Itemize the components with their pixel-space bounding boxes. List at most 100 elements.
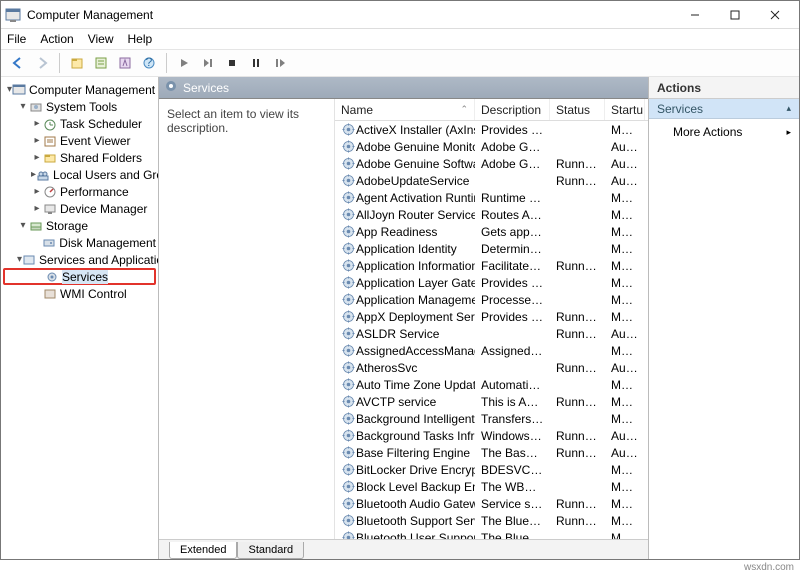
service-icon (341, 276, 355, 290)
export-button[interactable] (114, 52, 136, 74)
tab-extended[interactable]: Extended (169, 542, 237, 559)
close-button[interactable] (755, 2, 795, 28)
service-row[interactable]: BitLocker Drive Encryption S... BDESVC h… (335, 461, 648, 478)
properties-button[interactable] (90, 52, 112, 74)
service-row[interactable]: Block Level Backup Engine S... The WBENG… (335, 478, 648, 495)
service-description: Adobe Genu... (475, 157, 550, 171)
tree-system-tools[interactable]: ▾System Tools (3, 98, 156, 115)
service-icon (341, 378, 355, 392)
stop-button[interactable] (221, 52, 243, 74)
service-status: Running (550, 361, 605, 375)
service-icon (341, 361, 355, 375)
service-row[interactable]: Agent Activation Runtime_e... Runtime fo… (335, 189, 648, 206)
toolbar: ? (1, 49, 799, 77)
tree-item[interactable]: ▸Event Viewer (3, 132, 156, 149)
actions-more[interactable]: More Actions▸ (649, 119, 799, 145)
service-name: Application Management (356, 293, 475, 307)
service-row[interactable]: AtherosSvc Running Autor (335, 359, 648, 376)
service-row[interactable]: AdobeUpdateService Running Autor (335, 172, 648, 189)
menu-action[interactable]: Action (40, 32, 73, 46)
tree-item-services[interactable]: Services (3, 268, 156, 285)
help-button[interactable]: ? (138, 52, 160, 74)
service-startup: Manu (605, 395, 645, 409)
service-row[interactable]: Bluetooth Support Service The Bluetoo...… (335, 512, 648, 529)
service-row[interactable]: Background Tasks Infrastruc... Windows i… (335, 427, 648, 444)
menu-file[interactable]: File (7, 32, 26, 46)
service-icon (341, 259, 355, 273)
tree-item[interactable]: ▸Shared Folders (3, 149, 156, 166)
service-row[interactable]: Auto Time Zone Updater Automaticall... M… (335, 376, 648, 393)
tree-pane[interactable]: ▾Computer Management (Local) ▾System Too… (1, 77, 159, 559)
service-icon (341, 157, 355, 171)
service-row[interactable]: App Readiness Gets apps re... Manu (335, 223, 648, 240)
maximize-button[interactable] (715, 2, 755, 28)
tree-storage[interactable]: ▾Storage (3, 217, 156, 234)
service-row[interactable]: Background Intelligent Tran... Transfers… (335, 410, 648, 427)
service-row[interactable]: Adobe Genuine Software Int... Adobe Genu… (335, 155, 648, 172)
service-description: Adobe Genu... (475, 140, 550, 154)
service-name: AdobeUpdateService (356, 174, 469, 188)
service-row[interactable]: Base Filtering Engine The Base Filt... R… (335, 444, 648, 461)
column-header[interactable]: Startu (605, 99, 645, 120)
tree-item[interactable]: ▸Performance (3, 183, 156, 200)
service-startup: Manu (605, 463, 645, 477)
service-name: ASLDR Service (356, 327, 439, 341)
service-description: Provides Use... (475, 123, 550, 137)
menubar: File Action View Help (1, 29, 799, 49)
service-row[interactable]: Application Identity Determines ... Manu (335, 240, 648, 257)
play-button[interactable] (173, 52, 195, 74)
actions-context[interactable]: Services▴ (649, 99, 799, 119)
menu-help[interactable]: Help (128, 32, 153, 46)
service-name: Adobe Genuine Monitor Se... (356, 140, 475, 154)
service-name: ActiveX Installer (AxInstSV) (356, 123, 475, 137)
center-pane: Services Select an item to view its desc… (159, 77, 649, 559)
up-button[interactable] (66, 52, 88, 74)
service-row[interactable]: AVCTP service This is Audio... Running M… (335, 393, 648, 410)
tree-item[interactable]: ▸Local Users and Groups (3, 166, 156, 183)
tree-services-apps[interactable]: ▾Services and Applications (3, 251, 156, 268)
service-startup: Manu (605, 344, 645, 358)
service-description: Automaticall... (475, 378, 550, 392)
service-description: AssignedAcc... (475, 344, 550, 358)
toolbar-separator (166, 53, 167, 73)
column-header[interactable]: Name⌃ (335, 99, 475, 120)
restart-button[interactable] (269, 52, 291, 74)
pause-button[interactable] (245, 52, 267, 74)
service-row[interactable]: ASLDR Service Running Autor (335, 325, 648, 342)
window-controls (675, 2, 795, 28)
service-name: Auto Time Zone Updater (356, 378, 475, 392)
service-row[interactable]: AllJoyn Router Service Routes AllJo... M… (335, 206, 648, 223)
tree-root[interactable]: ▾Computer Management (Local) (3, 81, 156, 98)
service-row[interactable]: Bluetooth User Support Serv... The Bluet… (335, 529, 648, 539)
tree-item-wmi-control[interactable]: WMI Control (3, 285, 156, 302)
service-row[interactable]: Application Information Facilitates th..… (335, 257, 648, 274)
play-all-button[interactable] (197, 52, 219, 74)
tree-item[interactable]: ▸Device Manager (3, 200, 156, 217)
service-startup: Manu (605, 276, 645, 290)
tab-standard[interactable]: Standard (237, 542, 304, 559)
service-startup: Autor (605, 327, 645, 341)
tree-item[interactable]: ▸Task Scheduler (3, 115, 156, 132)
service-row[interactable]: AppX Deployment Service (A... Provides i… (335, 308, 648, 325)
column-header[interactable]: Description (475, 99, 550, 120)
service-list[interactable]: ActiveX Installer (AxInstSV) Provides Us… (335, 121, 648, 539)
back-button[interactable] (7, 52, 29, 74)
tree-item[interactable]: Disk Management (3, 234, 156, 251)
service-startup: Manu (605, 242, 645, 256)
minimize-button[interactable] (675, 2, 715, 28)
service-row[interactable]: ActiveX Installer (AxInstSV) Provides Us… (335, 121, 648, 138)
forward-button[interactable] (31, 52, 53, 74)
service-row[interactable]: Adobe Genuine Monitor Se... Adobe Genu..… (335, 138, 648, 155)
service-row[interactable]: Application Layer Gateway S... Provides … (335, 274, 648, 291)
service-startup: Autor (605, 157, 645, 171)
list-pane: Name⌃DescriptionStatusStartu ActiveX Ins… (334, 99, 648, 539)
service-row[interactable]: Application Management Processes in... M… (335, 291, 648, 308)
service-row[interactable]: AssignedAccessManager Ser... AssignedAcc… (335, 342, 648, 359)
menu-view[interactable]: View (88, 32, 114, 46)
service-name: AssignedAccessManager Ser... (356, 344, 475, 358)
service-startup: Manu (605, 531, 645, 540)
service-row[interactable]: Bluetooth Audio Gateway Se... Service su… (335, 495, 648, 512)
description-prompt: Select an item to view its description. (167, 107, 326, 135)
service-icon (341, 310, 355, 324)
column-header[interactable]: Status (550, 99, 605, 120)
